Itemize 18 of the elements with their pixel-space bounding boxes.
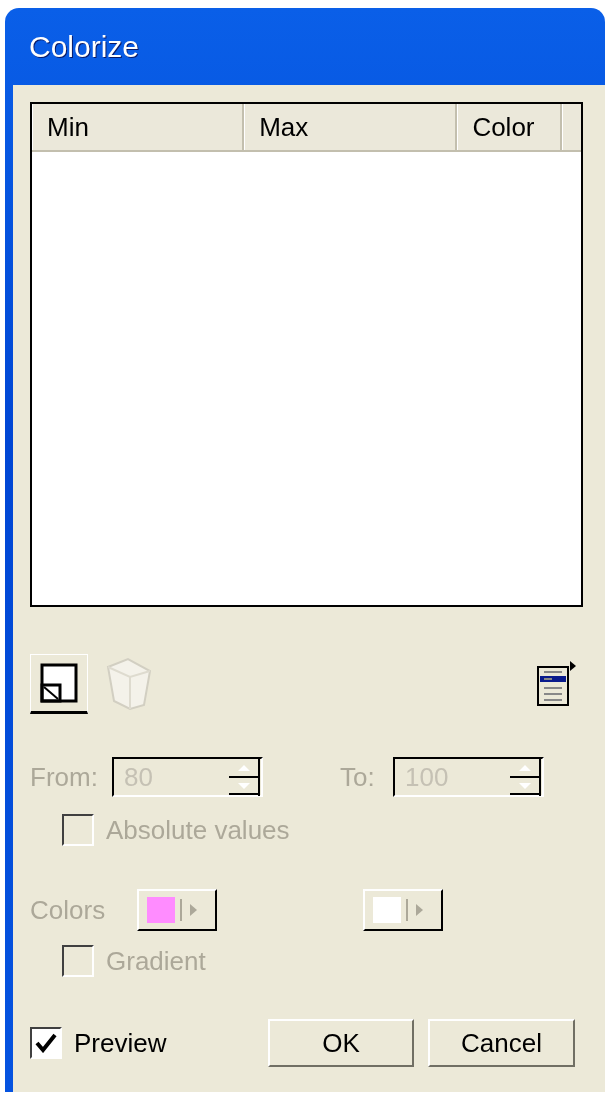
- column-header[interactable]: Max: [244, 104, 458, 150]
- field-label: To:: [340, 761, 376, 793]
- colors-label: Colors: [30, 894, 107, 926]
- window-title: Colorize: [29, 29, 140, 64]
- column-header[interactable]: Min: [32, 104, 245, 150]
- color-picker-button[interactable]: [363, 889, 443, 931]
- checkbox-label: Gradient: [106, 945, 206, 977]
- list-menu-icon[interactable]: [537, 661, 577, 707]
- column-header[interactable]: Color: [457, 104, 562, 150]
- checkbox[interactable]: [30, 1027, 62, 1059]
- checkbox-label: Preview: [74, 1027, 167, 1059]
- checkbox-label: Absolute values: [106, 814, 290, 846]
- cancel-button[interactable]: Cancel: [428, 1019, 575, 1067]
- ok-button[interactable]: OK: [268, 1019, 414, 1067]
- color-picker-button[interactable]: [137, 889, 217, 931]
- square-icon: [40, 663, 78, 703]
- field-label: From:: [30, 761, 99, 793]
- new-range-button[interactable]: [30, 654, 88, 714]
